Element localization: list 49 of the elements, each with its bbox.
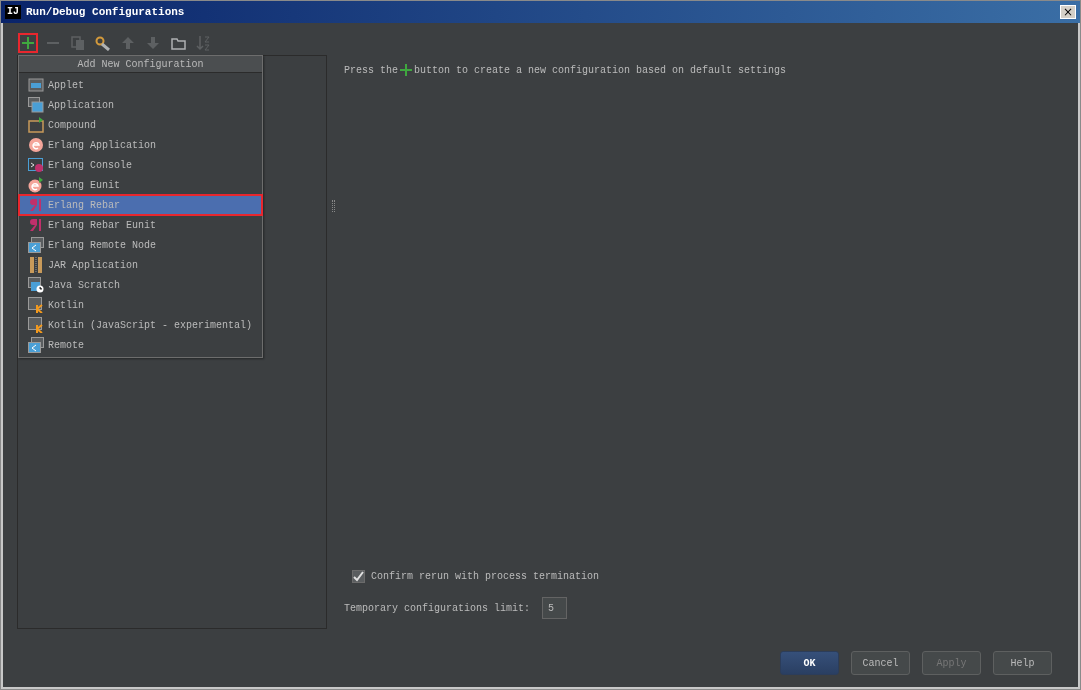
menu-item[interactable]: Java Scratch bbox=[19, 275, 262, 295]
sort-icon bbox=[195, 35, 211, 51]
console-icon bbox=[28, 157, 44, 173]
add-button[interactable] bbox=[18, 33, 38, 53]
letter-e-icon bbox=[28, 177, 44, 193]
menu-item[interactable]: Application bbox=[19, 95, 262, 115]
menu-item[interactable]: Erlang Eunit bbox=[19, 175, 262, 195]
windows-icon bbox=[28, 97, 44, 113]
checkbox[interactable] bbox=[352, 570, 365, 583]
window-icon bbox=[28, 77, 44, 93]
dialog-button[interactable]: OK bbox=[780, 651, 839, 675]
rebar-icon bbox=[28, 197, 44, 213]
window-title: Run/Debug Configurations bbox=[26, 6, 186, 18]
menu-item[interactable]: Compound bbox=[19, 115, 262, 135]
folder-icon bbox=[28, 117, 44, 133]
letter-e-icon bbox=[28, 137, 44, 153]
remote-icon bbox=[28, 237, 44, 253]
menu-item[interactable]: Kotlin bbox=[19, 295, 262, 315]
menu-item[interactable]: Erlang Console bbox=[19, 155, 262, 175]
splitter-handle[interactable] bbox=[331, 200, 335, 212]
menu-item[interactable]: Kotlin (JavaScript - experimental) bbox=[19, 315, 262, 335]
menu-item[interactable]: Erlang Remote Node bbox=[19, 235, 262, 255]
plus-icon bbox=[399, 63, 413, 77]
hint-text: button to create a new configuration based on default settings bbox=[414, 64, 787, 76]
menu-item[interactable]: Erlang Application bbox=[19, 135, 262, 155]
remote-icon bbox=[28, 337, 44, 353]
kotlin-icon bbox=[28, 317, 44, 333]
hint-text: Press the bbox=[344, 64, 398, 76]
menu-item[interactable]: Applet bbox=[19, 75, 262, 95]
menu-item[interactable]: JAR Application bbox=[19, 255, 262, 275]
window-clock-icon bbox=[28, 277, 44, 293]
menu-title: Add New Configuration bbox=[19, 56, 262, 73]
field-label: Temporary configurations limit: bbox=[344, 602, 531, 614]
folder-icon bbox=[170, 36, 186, 50]
limit-field[interactable]: 5 bbox=[542, 597, 568, 619]
menu-item[interactable]: Remote bbox=[19, 335, 262, 355]
plus-icon bbox=[21, 36, 35, 50]
kotlin-icon bbox=[28, 297, 44, 313]
dialog-button[interactable]: Help bbox=[993, 651, 1052, 675]
copy-icon bbox=[71, 35, 85, 51]
arrow-down-icon bbox=[146, 36, 160, 50]
rebar-icon bbox=[28, 217, 44, 233]
app-logo: IJ bbox=[5, 5, 21, 19]
close-button[interactable]: × bbox=[1060, 5, 1076, 19]
menu-item[interactable]: Erlang Rebar Eunit bbox=[19, 215, 262, 235]
jar-icon bbox=[28, 257, 44, 273]
dialog-button[interactable]: Cancel bbox=[851, 651, 910, 675]
arrow-up-icon bbox=[121, 36, 135, 50]
checkbox-label: Confirm rerun with process termination bbox=[371, 571, 600, 582]
